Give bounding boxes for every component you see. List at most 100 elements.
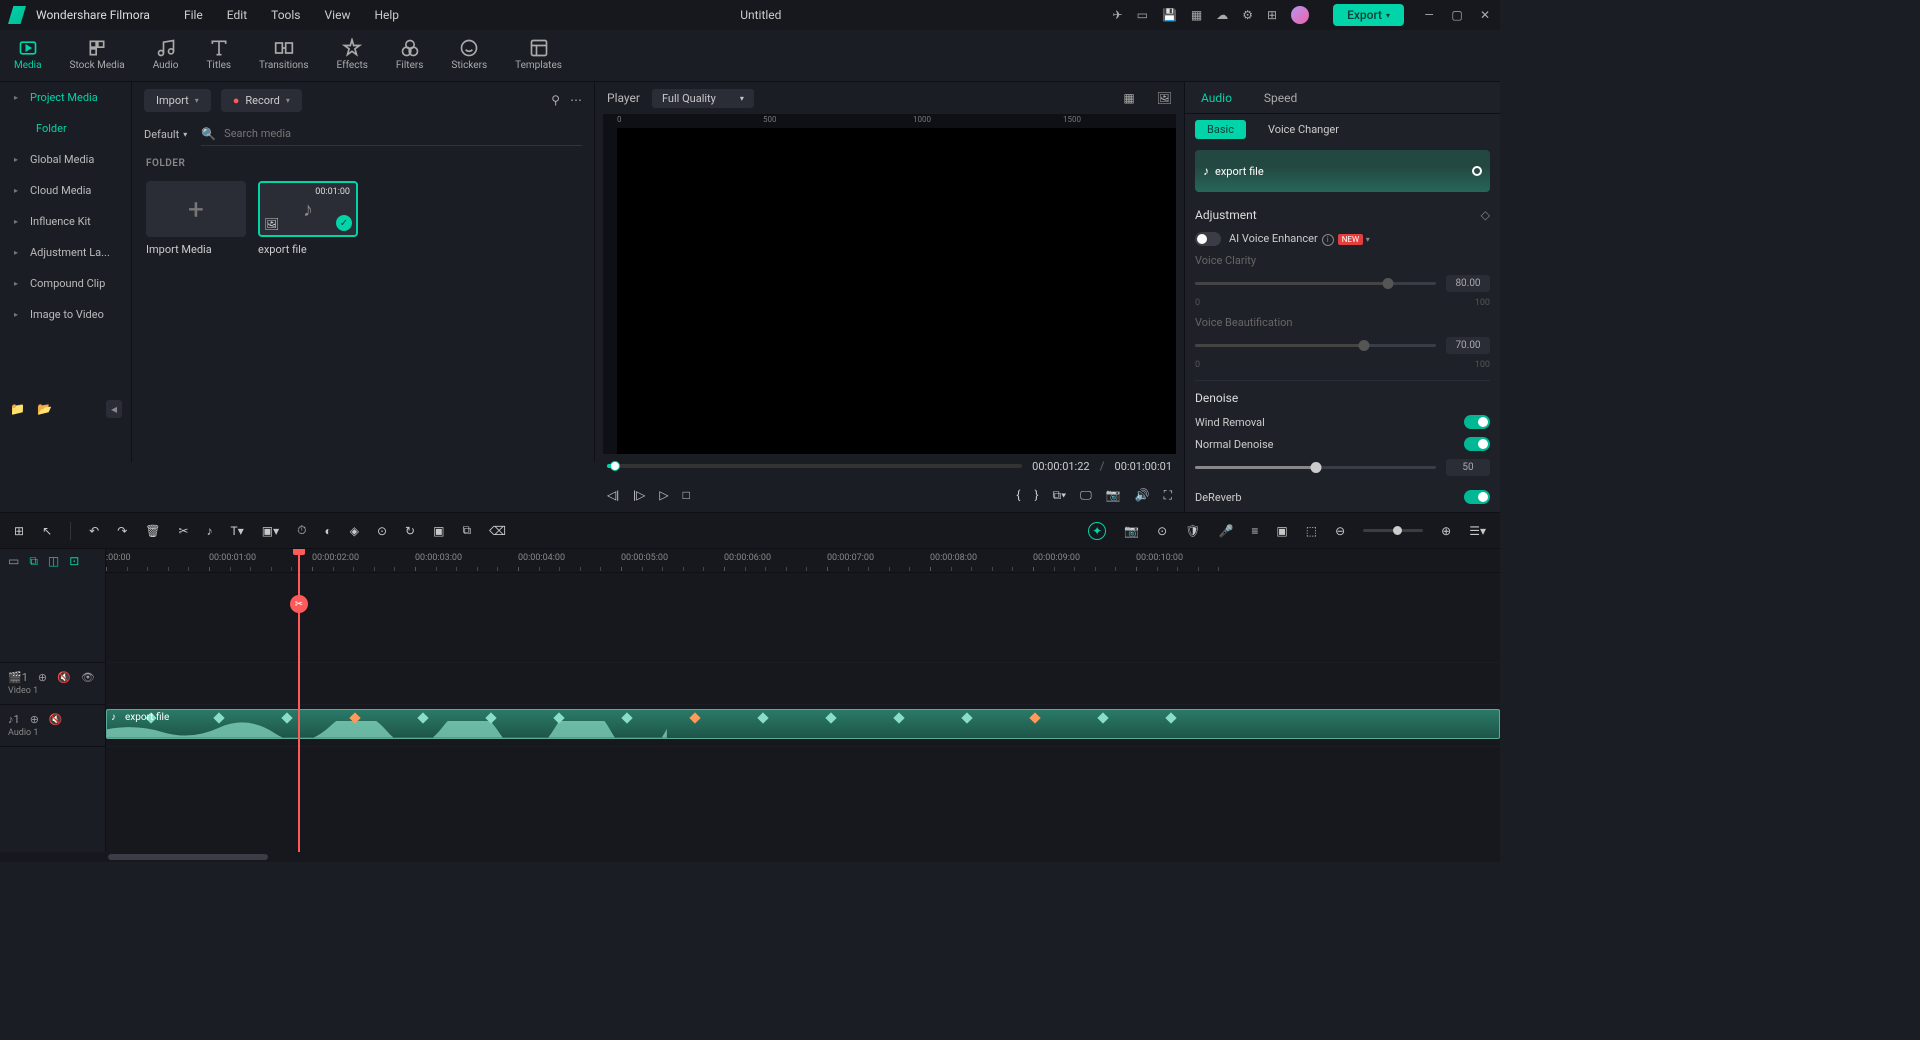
mark-out-button[interactable]: } [1034, 488, 1038, 502]
keyframe-diamond-icon[interactable]: ◇ [1481, 208, 1490, 222]
video-track-header[interactable]: 🎬1⊕🔇👁 Video 1 [0, 663, 105, 705]
nav-media[interactable]: Media [10, 36, 46, 75]
message-icon[interactable]: ▭ [1137, 8, 1148, 22]
voice-clarity-value[interactable]: 80.00 [1446, 275, 1490, 292]
image-icon[interactable]: 🖼 [1157, 91, 1172, 105]
normal-denoise-toggle[interactable] [1464, 437, 1490, 451]
audio-clip[interactable]: ♪ export file [106, 709, 1500, 739]
menu-tools[interactable]: Tools [261, 4, 310, 26]
collapse-sidebar-icon[interactable]: ◂ [106, 400, 122, 418]
redo-icon[interactable]: ↷ [117, 524, 127, 538]
info-icon[interactable]: i [1322, 234, 1334, 246]
normal-denoise-slider[interactable] [1195, 466, 1436, 469]
scissor-icon[interactable]: ✂ [290, 595, 308, 613]
send-icon[interactable]: ✈ [1113, 8, 1123, 22]
nav-titles[interactable]: Titles [202, 36, 235, 75]
link-icon[interactable]: ⧉ [29, 554, 38, 569]
import-media-card[interactable]: + Import Media [146, 181, 246, 256]
mixer-icon[interactable]: ≡ [1251, 524, 1258, 538]
ai-tool-icon[interactable]: ✦ [1088, 522, 1106, 540]
fullscreen-icon[interactable]: ⛶ [1164, 488, 1172, 503]
group-icon[interactable]: ▣ [433, 524, 444, 538]
notification-icon[interactable]: ⚙ [1242, 8, 1253, 22]
nav-templates[interactable]: Templates [511, 36, 566, 75]
delete-icon[interactable]: 🗑 [145, 524, 160, 538]
select-tool-icon[interactable]: ⊞ [14, 524, 24, 538]
open-folder-icon[interactable]: 📁 [10, 402, 25, 416]
sidebar-folder[interactable]: Folder [0, 113, 131, 144]
audio-lane[interactable]: ♪ export file [106, 705, 1500, 747]
audio-track-header[interactable]: ♪1⊕🔇 Audio 1 [0, 705, 105, 747]
minimize-button[interactable]: — [1422, 8, 1436, 22]
next-frame-button[interactable]: |▷ [633, 488, 645, 502]
audio-edit-icon[interactable]: ♪ [207, 524, 213, 538]
voice-beautification-value[interactable]: 70.00 [1446, 337, 1490, 354]
media-clip-card[interactable]: 00:01:00 ♪ 🖼 ✓ export file [258, 181, 358, 256]
progress-slider[interactable] [607, 464, 1022, 468]
menu-file[interactable]: File [174, 4, 213, 26]
timer-icon[interactable]: ⊙ [377, 524, 387, 538]
more-icon[interactable]: ⋯ [570, 93, 582, 107]
crop-icon[interactable]: ▣▾ [262, 524, 279, 538]
unlink-icon[interactable]: ⌫ [489, 524, 506, 538]
zoom-slider[interactable] [1363, 529, 1423, 532]
menu-view[interactable]: View [315, 4, 361, 26]
stop-button[interactable]: □ [683, 488, 690, 502]
speed-icon[interactable]: ⏱ [297, 523, 306, 538]
close-button[interactable]: ✕ [1478, 8, 1492, 22]
magnetic-icon[interactable]: ▭ [8, 554, 19, 568]
apps-icon[interactable]: ⊞ [1267, 8, 1277, 22]
tab-speed[interactable]: Speed [1248, 83, 1313, 113]
library-icon[interactable]: ▦ [1191, 8, 1202, 22]
record-button[interactable]: ●Record▾ [221, 89, 302, 112]
subtab-voice-changer[interactable]: Voice Changer [1256, 120, 1351, 139]
nav-filters[interactable]: Filters [392, 36, 428, 75]
nav-transitions[interactable]: Transitions [255, 36, 312, 75]
normal-denoise-value[interactable]: 50 [1446, 459, 1490, 476]
marker-tool-icon[interactable]: 🛡 [1185, 524, 1200, 538]
nav-audio[interactable]: Audio [149, 36, 183, 75]
sort-default[interactable]: Default▾ [144, 128, 187, 141]
nav-effects[interactable]: Effects [333, 36, 372, 75]
cloud-icon[interactable]: ☁ [1216, 8, 1228, 22]
cut-icon[interactable]: ✂ [178, 524, 188, 538]
add-track-icon[interactable]: ⊕ [38, 671, 47, 684]
snapshot-icon[interactable]: 📷 [1106, 488, 1121, 502]
add-audio-track-icon[interactable]: ⊕ [30, 713, 39, 726]
tab-audio[interactable]: Audio [1185, 83, 1248, 113]
search-input[interactable] [224, 127, 582, 140]
voiceover-icon[interactable]: ⊙ [1157, 524, 1167, 538]
sidebar-project-media[interactable]: ▸Project Media [0, 82, 131, 113]
color-icon[interactable]: ◐ [324, 524, 331, 538]
mic-icon[interactable]: 🎤 [1218, 524, 1233, 538]
timeline-scrollbar[interactable] [106, 852, 1394, 862]
track-visibility-icon[interactable]: 👁 [81, 671, 95, 684]
rotate-icon[interactable]: ↻ [405, 524, 415, 538]
menu-help[interactable]: Help [364, 4, 409, 26]
subtab-basic[interactable]: Basic [1195, 120, 1246, 139]
sidebar-adjustment-layer[interactable]: ▸Adjustment La... [0, 237, 131, 268]
voice-clarity-slider[interactable] [1195, 282, 1436, 285]
maximize-button[interactable]: ▢ [1450, 8, 1464, 22]
player-viewport[interactable]: 0 500 1000 1500 [603, 114, 1176, 454]
filter-sort-icon[interactable]: ⚲ [551, 93, 560, 107]
wind-removal-toggle[interactable] [1464, 415, 1490, 429]
nav-stickers[interactable]: Stickers [447, 36, 491, 75]
mute-track-icon[interactable]: 🔇 [57, 671, 71, 684]
menu-edit[interactable]: Edit [217, 4, 257, 26]
new-folder-icon[interactable]: 📂 [37, 402, 52, 416]
snap-icon[interactable]: ◫ [48, 554, 59, 568]
video-lane[interactable] [106, 663, 1500, 705]
mark-in-button[interactable]: { [1016, 488, 1020, 502]
track-view-icon[interactable]: ☰▾ [1469, 524, 1486, 538]
compare-icon[interactable]: ⧉▾ [1053, 488, 1067, 503]
layout-grid-icon[interactable]: ▦ [1123, 91, 1134, 105]
export-button[interactable]: Export▾ [1333, 4, 1404, 26]
timeline-ruler[interactable]: :00:0000:00:01:0000:00:02:0000:00:03:000… [106, 549, 1500, 573]
prev-frame-button[interactable]: ◁| [607, 488, 619, 502]
detach-icon[interactable]: ⧉ [462, 523, 471, 538]
quality-dropdown[interactable]: Full Quality▾ [652, 89, 754, 108]
sidebar-global-media[interactable]: ▸Global Media [0, 144, 131, 175]
monitor-icon[interactable]: 🖵 [1080, 488, 1092, 503]
sidebar-compound-clip[interactable]: ▸Compound Clip [0, 268, 131, 299]
